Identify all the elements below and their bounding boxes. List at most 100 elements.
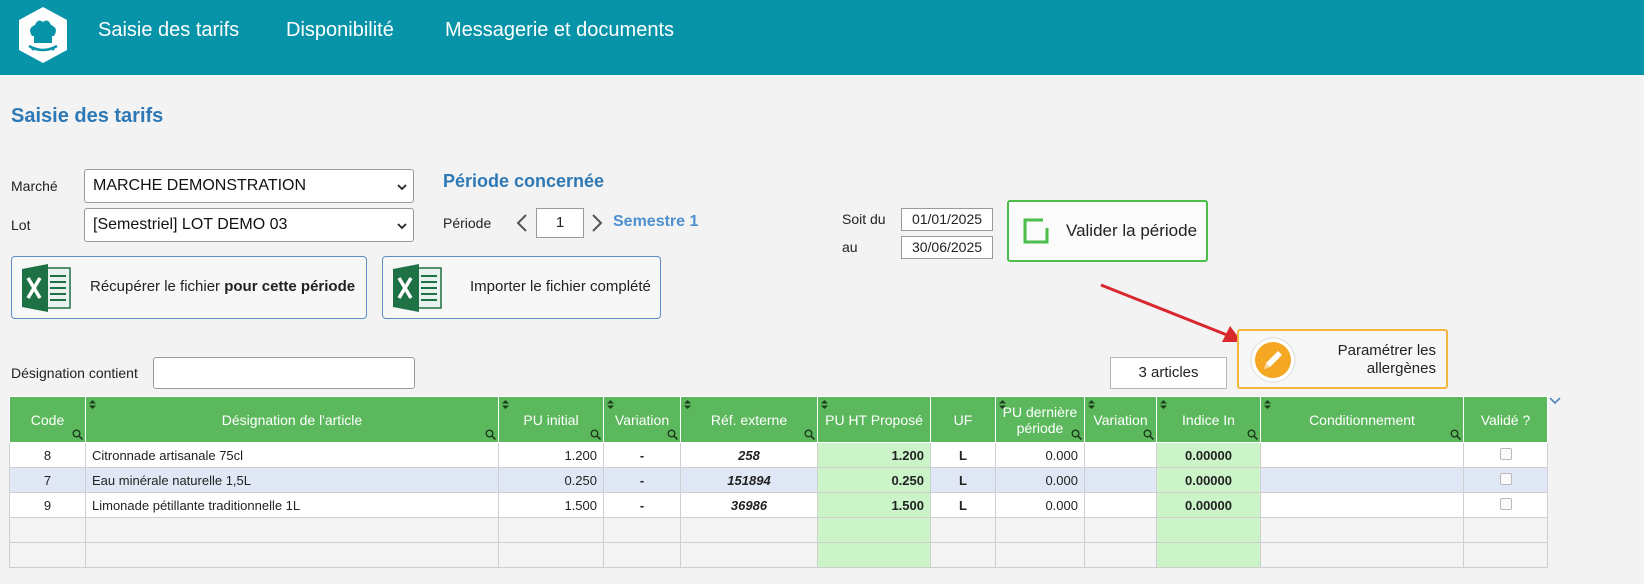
column-header[interactable]: Code bbox=[9, 396, 86, 443]
cell-ref-externe[interactable]: 258 bbox=[680, 442, 818, 468]
nav-saisie-tarifs[interactable]: Saisie des tarifs bbox=[98, 18, 239, 42]
parametrer-allergenes-label: Paramétrer les allergènes bbox=[1337, 342, 1436, 377]
column-header[interactable]: Réf. externe bbox=[680, 396, 818, 443]
cell-variation2 bbox=[1084, 467, 1157, 493]
designation-filter-input[interactable] bbox=[153, 357, 415, 389]
top-navigation-bar: Saisie des tarifs Disponibilité Messager… bbox=[0, 0, 1644, 75]
empty-cell bbox=[603, 517, 681, 543]
valide-checkbox[interactable] bbox=[1499, 497, 1512, 510]
search-icon[interactable] bbox=[1247, 429, 1258, 440]
valider-periode-label: Valider la période bbox=[1066, 221, 1198, 240]
column-header[interactable]: PU initial bbox=[498, 396, 604, 443]
empty-cell bbox=[1260, 542, 1464, 568]
chevron-down-icon[interactable] bbox=[1548, 395, 1562, 407]
pencil-icon bbox=[1250, 337, 1296, 383]
cell-pu-propose[interactable]: 1.500 bbox=[817, 492, 931, 518]
empty-cell bbox=[680, 517, 818, 543]
column-header-label: PU HT Proposé bbox=[825, 411, 923, 428]
lot-select[interactable]: [Semestriel] LOT DEMO 03 bbox=[84, 208, 414, 242]
nav-messagerie-documents[interactable]: Messagerie et documents bbox=[445, 18, 674, 42]
marche-select[interactable]: MARCHE DEMONSTRATION bbox=[84, 169, 414, 203]
sort-icon[interactable] bbox=[89, 400, 96, 409]
column-header[interactable]: PU dernière période bbox=[995, 396, 1085, 443]
chevron-left-icon[interactable] bbox=[515, 213, 529, 233]
empty-cell bbox=[817, 542, 931, 568]
cell-ref-externe[interactable]: 151894 bbox=[680, 467, 818, 493]
cell-pu-initial: 1.500 bbox=[498, 492, 604, 518]
table-row[interactable]: 9 Limonade pétillante traditionnelle 1L 1.… bbox=[9, 492, 1548, 518]
recuperer-fichier-button[interactable]: Récupérer le fichier pour cette période bbox=[11, 256, 367, 319]
cell-variation: - bbox=[603, 492, 681, 518]
search-icon[interactable] bbox=[72, 429, 83, 440]
cell-designation: Citronnade artisanale 75cl bbox=[85, 442, 499, 468]
empty-cell bbox=[1463, 517, 1548, 543]
column-header[interactable]: Conditionnement bbox=[1260, 396, 1464, 443]
valide-checkbox[interactable] bbox=[1499, 472, 1512, 485]
sort-icon[interactable] bbox=[999, 400, 1006, 409]
cell-pu-propose[interactable]: 0.250 bbox=[817, 467, 931, 493]
sort-icon[interactable] bbox=[1088, 400, 1095, 409]
column-header[interactable]: Indice In bbox=[1156, 396, 1261, 443]
chevron-right-icon[interactable] bbox=[590, 213, 604, 233]
cell-conditionnement bbox=[1260, 442, 1464, 468]
sort-icon[interactable] bbox=[607, 400, 614, 409]
column-header[interactable]: Désignation de l'article bbox=[85, 396, 499, 443]
periode-number-input[interactable]: 1 bbox=[536, 208, 584, 238]
cell-valide bbox=[1463, 467, 1548, 493]
nav-disponibilite[interactable]: Disponibilité bbox=[286, 18, 394, 42]
column-header-label: Indice In bbox=[1182, 411, 1235, 428]
tarifs-table: Code Désignation de l'article PU initial Va… bbox=[9, 396, 1548, 568]
search-icon[interactable] bbox=[485, 429, 496, 440]
cell-uf: L bbox=[930, 442, 996, 468]
search-icon[interactable] bbox=[667, 429, 678, 440]
search-icon[interactable] bbox=[1143, 429, 1154, 440]
column-header[interactable]: Variation bbox=[1084, 396, 1157, 443]
table-row[interactable]: 8 Citronnade artisanale 75cl 1.200-258 1.20… bbox=[9, 442, 1548, 468]
column-header[interactable]: Validé ? bbox=[1463, 396, 1548, 443]
cell-pu-derniere: 0.000 bbox=[995, 467, 1085, 493]
sort-icon[interactable] bbox=[1160, 400, 1167, 409]
page-title: Saisie des tarifs bbox=[11, 105, 164, 127]
empty-cell bbox=[817, 517, 931, 543]
empty-cell bbox=[498, 542, 604, 568]
sort-icon[interactable] bbox=[684, 400, 691, 409]
cell-indice: 0.00000 bbox=[1156, 492, 1261, 518]
search-icon[interactable] bbox=[1071, 429, 1082, 440]
valide-checkbox[interactable] bbox=[1499, 447, 1512, 460]
empty-cell bbox=[930, 517, 996, 543]
cell-indice: 0.00000 bbox=[1156, 442, 1261, 468]
cell-designation: Eau minérale naturelle 1,5L bbox=[85, 467, 499, 493]
sort-icon[interactable] bbox=[821, 400, 828, 409]
cell-pu-propose[interactable]: 1.200 bbox=[817, 442, 931, 468]
recuperer-bold: pour cette période bbox=[224, 278, 356, 295]
empty-cell bbox=[995, 517, 1085, 543]
empty-cell bbox=[603, 542, 681, 568]
periode-section-title: Période concernée bbox=[443, 171, 605, 191]
parametrer-allergenes-button[interactable]: Paramétrer les allergènes bbox=[1237, 329, 1448, 389]
column-header[interactable]: Variation bbox=[603, 396, 681, 443]
cell-valide bbox=[1463, 442, 1548, 468]
column-header-label: PU initial bbox=[523, 411, 579, 428]
cell-ref-externe[interactable]: 36986 bbox=[680, 492, 818, 518]
sort-icon[interactable] bbox=[502, 400, 509, 409]
valider-periode-button[interactable]: Valider la période bbox=[1007, 200, 1208, 262]
date-to-field: 30/06/2025 bbox=[901, 236, 993, 259]
cell-indice: 0.00000 bbox=[1156, 467, 1261, 493]
chef-hat-logo-icon[interactable] bbox=[17, 6, 69, 64]
column-header[interactable]: PU HT Proposé bbox=[817, 396, 931, 443]
search-icon[interactable] bbox=[590, 429, 601, 440]
search-icon[interactable] bbox=[804, 429, 815, 440]
search-icon[interactable] bbox=[1450, 429, 1461, 440]
importer-fichier-button[interactable]: Importer le fichier complété bbox=[382, 256, 661, 319]
soit-du-label: Soit du bbox=[842, 211, 886, 227]
sort-icon[interactable] bbox=[1264, 400, 1271, 409]
empty-cell bbox=[9, 542, 86, 568]
table-row[interactable]: 7 Eau minérale naturelle 1,5L 0.250-151894… bbox=[9, 467, 1548, 493]
column-header-label: PU dernière période bbox=[1002, 403, 1078, 436]
column-header-label: Code bbox=[30, 411, 65, 428]
column-header-label: Variation bbox=[614, 411, 670, 428]
column-header[interactable]: UF bbox=[930, 396, 996, 443]
annotation-arrow-icon bbox=[1100, 283, 1242, 342]
empty-cell bbox=[1156, 517, 1261, 543]
excel-icon bbox=[22, 264, 71, 312]
